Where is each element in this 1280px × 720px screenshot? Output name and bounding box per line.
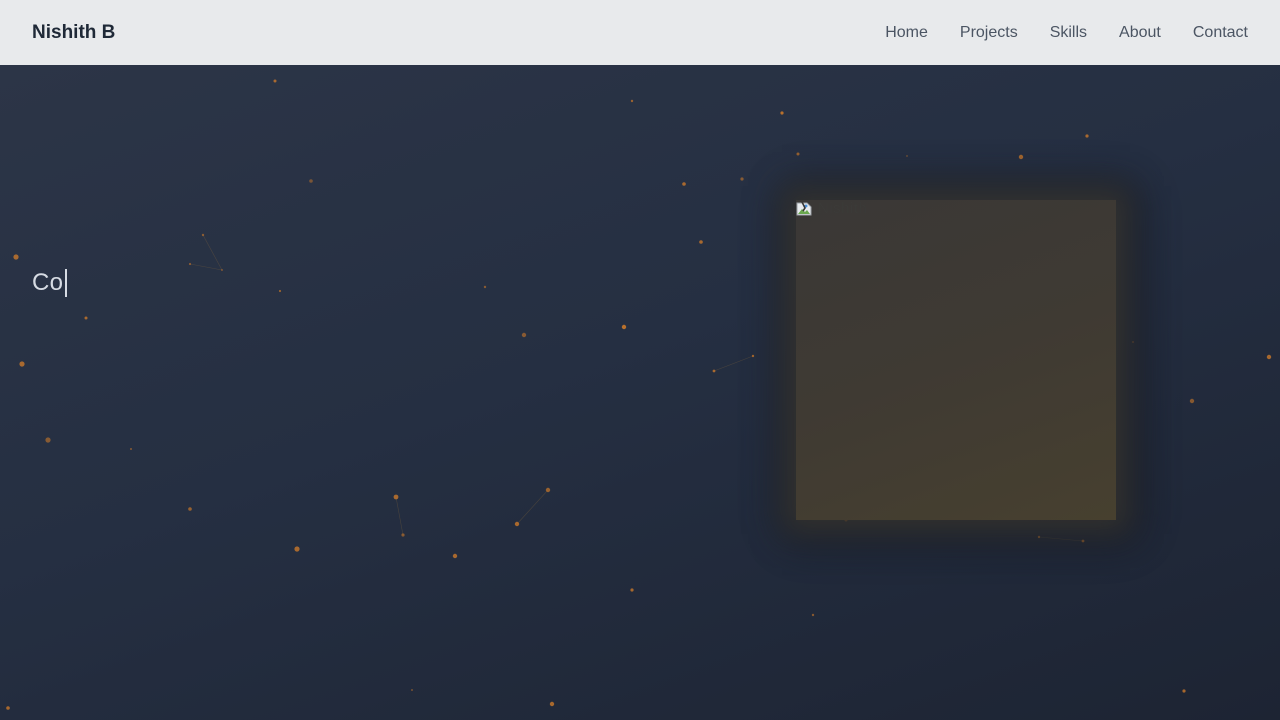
particle-dot <box>278 289 282 293</box>
profile-image-alt-text: Nishith <box>818 200 868 217</box>
particle-dot <box>811 613 815 617</box>
particle-link <box>713 355 754 372</box>
particle-dot <box>699 240 703 244</box>
particle-dot <box>188 262 192 266</box>
particle-link <box>516 489 549 525</box>
particle-dot <box>521 332 527 338</box>
nav-link-skills[interactable]: Skills <box>1050 24 1087 42</box>
text-cursor-icon <box>65 269 68 297</box>
particle-dot <box>514 521 520 527</box>
particle-dot <box>309 179 313 183</box>
particle-dot <box>1182 689 1186 693</box>
nav-link-projects[interactable]: Projects <box>960 24 1018 42</box>
typed-text: Co <box>32 269 64 296</box>
particle-link <box>395 496 404 536</box>
particle-dot <box>751 354 755 358</box>
nav-link-home[interactable]: Home <box>885 24 928 42</box>
particle-dot <box>545 487 551 493</box>
profile-image: Nishith <box>796 200 867 217</box>
particle-dot <box>1018 154 1024 160</box>
particle-dot <box>6 706 10 710</box>
top-navbar: Nishith B Home Projects Skills About Con… <box>0 0 1280 65</box>
particle-link <box>189 263 223 271</box>
particle-dot <box>630 99 634 103</box>
particle-dot <box>549 701 555 707</box>
particle-dot <box>84 316 88 320</box>
particle-dot <box>130 448 132 450</box>
particle-dot <box>221 269 223 271</box>
brand-logo[interactable]: Nishith B <box>32 22 115 44</box>
particle-dot <box>483 285 487 289</box>
particle-dot <box>188 507 192 511</box>
particle-dot <box>712 369 716 373</box>
nav-link-contact[interactable]: Contact <box>1193 24 1248 42</box>
particle-dot <box>201 233 205 237</box>
particle-dot <box>393 494 399 500</box>
particle-dot <box>780 111 784 115</box>
profile-photo-frame: Nishith <box>796 200 1116 520</box>
particle-dot <box>906 155 908 157</box>
particle-dot <box>19 361 25 367</box>
particle-dot <box>45 437 51 443</box>
particle-dot <box>621 324 627 330</box>
particle-dot <box>13 254 19 260</box>
particle-dot <box>682 182 686 186</box>
particle-dot <box>796 152 800 156</box>
particle-dot <box>401 533 405 537</box>
nav-link-about[interactable]: About <box>1119 24 1161 42</box>
particle-dot <box>1189 398 1195 404</box>
particle-dot <box>411 689 413 691</box>
particle-link <box>202 234 223 271</box>
particle-dot <box>630 588 634 592</box>
particle-dot <box>1085 134 1089 138</box>
particle-dot <box>1266 354 1272 360</box>
particle-dot <box>452 553 458 559</box>
particle-dot <box>273 79 277 83</box>
particle-dot <box>294 546 300 552</box>
broken-image-icon <box>796 201 812 215</box>
typed-headline: Co <box>32 269 68 297</box>
particle-dot <box>740 177 744 181</box>
nav-links: Home Projects Skills About Contact <box>885 24 1248 42</box>
